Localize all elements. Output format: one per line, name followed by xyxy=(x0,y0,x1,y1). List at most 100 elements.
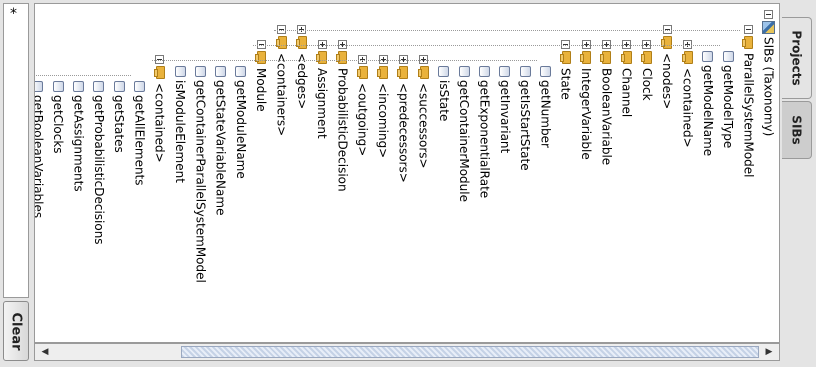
tree-node-label: ProbabilisticDecision xyxy=(335,68,350,192)
tree-node-label: getIsStartState xyxy=(518,80,533,171)
tree-node[interactable]: isModuleElement xyxy=(170,55,190,183)
tree-node[interactable]: getAssignments xyxy=(69,70,89,192)
tree-node[interactable]: Assignment xyxy=(312,40,332,139)
tree-node-label: <nodes> xyxy=(660,53,675,110)
folder-icon xyxy=(580,51,592,65)
tree-node[interactable]: Channel xyxy=(617,40,637,117)
tree-node[interactable]: <incoming> xyxy=(373,55,393,158)
tree-node[interactable]: getIsStartState xyxy=(515,55,535,171)
tree-node[interactable]: getContainerModule xyxy=(454,55,474,202)
tree-node[interactable]: getStateVariableName xyxy=(211,55,231,215)
leaf-icon xyxy=(52,81,64,92)
tree-node-label: getContainerModule xyxy=(457,80,472,202)
tree-node[interactable]: ProbabilisticDecision xyxy=(332,40,352,192)
leaf-icon xyxy=(519,66,531,77)
leaf-icon xyxy=(194,66,206,77)
folder-icon xyxy=(620,51,633,65)
tree-node[interactable]: <nodes> xyxy=(657,25,677,109)
tree-node[interactable]: getStates xyxy=(109,70,129,153)
tree-node[interactable]: <predecessors> xyxy=(393,55,413,183)
tree-node-label: State xyxy=(558,68,573,100)
tree-node[interactable]: <successors> xyxy=(414,55,434,169)
tree-node[interactable]: ParallelSystemModel xyxy=(738,25,758,178)
tree-connector-line xyxy=(253,45,721,46)
tree-node[interactable]: <contained> xyxy=(150,55,170,163)
folder-icon xyxy=(153,66,166,80)
folder-icon xyxy=(681,51,694,65)
tree-node[interactable]: Module xyxy=(251,40,271,112)
tree-connector-line xyxy=(273,30,741,31)
tree-node[interactable]: <contained> xyxy=(678,40,698,148)
leaf-icon xyxy=(499,66,511,77)
tree-node-label: getBooleanVariables xyxy=(34,95,45,219)
tree-node[interactable]: SIBs (Taxonomy) xyxy=(759,10,779,136)
scrollbar-thumb[interactable] xyxy=(181,346,759,358)
folder-icon xyxy=(397,66,409,80)
folder-icon xyxy=(316,51,328,65)
leaf-icon xyxy=(702,51,714,62)
tree-node[interactable]: <containers> xyxy=(272,25,292,136)
tree-node-label: isModuleElement xyxy=(173,80,187,183)
folder-icon xyxy=(255,51,267,65)
folder-icon xyxy=(661,36,673,50)
collapse-icon[interactable] xyxy=(743,25,753,34)
tree-node-label: getExponentialRate xyxy=(477,80,492,199)
tree-node-label: isState xyxy=(436,80,451,122)
tree-node[interactable]: State xyxy=(556,40,576,100)
tree-node[interactable]: getInvariant xyxy=(495,55,515,153)
tree-node-label: <successors> xyxy=(416,83,431,169)
tree-node-label: <outgoing> xyxy=(355,83,370,157)
leaf-icon xyxy=(73,81,84,92)
horizontal-scrollbar[interactable]: ◀ ▶ xyxy=(34,343,780,361)
tree-node-label: <incoming> xyxy=(376,83,390,159)
sib-icon xyxy=(762,21,776,34)
tree-node[interactable]: <edges> xyxy=(292,25,312,109)
tree-node[interactable]: getModelName xyxy=(698,40,718,156)
tree-node-label: getAssignments xyxy=(71,95,86,192)
tree-node[interactable]: Clock xyxy=(637,40,657,101)
folder-icon xyxy=(640,51,653,65)
tab-sibs[interactable]: SIBs xyxy=(782,101,812,159)
clear-button[interactable]: Clear xyxy=(3,301,29,361)
tree-node[interactable]: getModelType xyxy=(718,40,738,148)
leaf-icon xyxy=(235,66,247,77)
tab-projects[interactable]: Projects xyxy=(782,17,812,99)
tree-node[interactable]: getBooleanVariables xyxy=(34,70,48,219)
tree-node[interactable]: getNumber xyxy=(535,55,555,148)
tree-node[interactable]: BooleanVariable xyxy=(596,40,616,165)
tree-node[interactable]: getClocks xyxy=(48,70,68,154)
folder-icon xyxy=(600,51,612,65)
tree-node[interactable]: getExponentialRate xyxy=(475,55,495,198)
tree-node[interactable]: isState xyxy=(434,55,454,121)
tree-node[interactable]: getContainerParallelSystemModel xyxy=(190,55,210,283)
scroll-right-arrow-icon[interactable]: ▶ xyxy=(761,344,777,360)
sib-taxonomy-tree[interactable]: SIBs (Taxonomy) ParallelSystemModel getMod… xyxy=(34,3,780,343)
tab-sibs-label: SIBs xyxy=(789,115,804,145)
tree-node-label: IntegerVariable xyxy=(579,68,593,160)
folder-icon xyxy=(417,66,430,80)
clear-button-label: Clear xyxy=(8,312,24,350)
folder-icon xyxy=(742,36,754,50)
tree-node-label: getAllElements xyxy=(132,95,147,186)
tab-projects-label: Projects xyxy=(789,30,804,86)
tree-node[interactable]: IntegerVariable xyxy=(576,40,596,160)
leaf-icon xyxy=(539,66,551,77)
tree-node-label: getModelType xyxy=(721,65,736,149)
collapse-icon[interactable] xyxy=(764,10,774,19)
tree-node-label: <contained> xyxy=(152,83,167,163)
tree-node[interactable]: getProbabilisticDecisions xyxy=(89,70,109,245)
tree-node-label: Channel xyxy=(619,68,634,118)
tree-node-label: SIBs (Taxonomy) xyxy=(761,37,776,137)
tree-node-label: <edges> xyxy=(294,53,309,110)
tree-node[interactable]: <outgoing> xyxy=(353,55,373,156)
tree-node-label: BooleanVariable xyxy=(599,68,614,166)
tree-node[interactable]: getAllElements xyxy=(129,70,149,186)
folder-icon xyxy=(356,66,369,80)
scroll-left-arrow-icon[interactable]: ◀ xyxy=(37,344,53,360)
leaf-icon xyxy=(113,81,125,92)
tree-connector-line xyxy=(151,60,538,61)
folder-icon xyxy=(275,36,288,50)
filter-input[interactable]: * xyxy=(3,3,29,298)
tree-node-label: <predecessors> xyxy=(396,83,411,183)
tree-node[interactable]: getModuleName xyxy=(231,55,251,179)
